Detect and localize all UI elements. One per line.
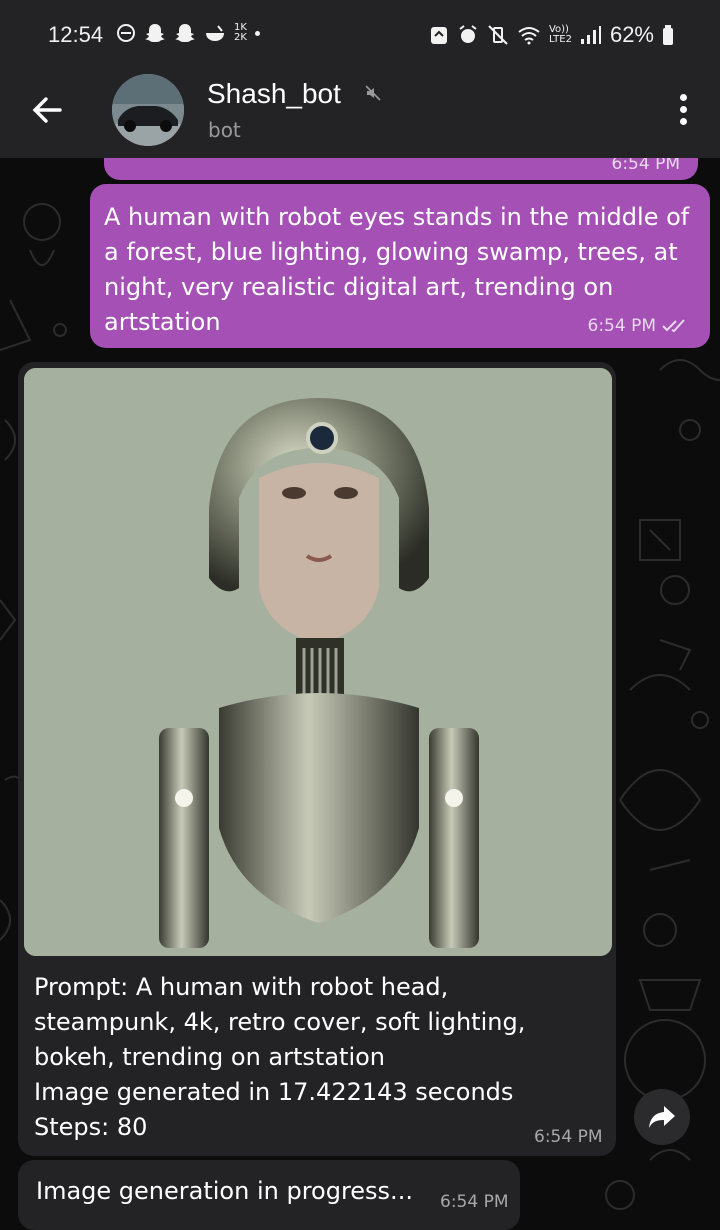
caption-line: Steps: 80	[34, 1113, 148, 1141]
chat-subtitle: bot	[208, 118, 241, 142]
system-icons: Vo)) LTE2 62%	[429, 22, 674, 48]
image-caption: Prompt: A human with robot head, steampu…	[34, 970, 594, 1145]
battery-percent: 62%	[609, 22, 654, 47]
caption-line: steampunk, 4k, retro cover, soft lightin…	[34, 1008, 526, 1036]
more-notifications-dot	[254, 30, 260, 36]
more-vert-icon[interactable]	[676, 94, 690, 134]
notification-icons: 1K 2K	[116, 22, 260, 44]
signal-icon	[580, 26, 601, 44]
vibrate-mute-icon	[488, 25, 508, 45]
incoming-message[interactable]: Image generation in progress... 6:54 PM	[18, 1160, 520, 1230]
generated-image[interactable]	[24, 368, 612, 956]
data-speed: 1K 2K	[234, 22, 247, 43]
forward-button[interactable]	[634, 1089, 690, 1145]
message-time: 6:54 PM	[440, 1192, 509, 1212]
dnd-icon	[117, 24, 135, 42]
message-text: Image generation in progress...	[36, 1177, 413, 1205]
car-avatar-icon	[112, 74, 184, 146]
mute-icon	[365, 85, 381, 101]
status-bar: 12:54 1K 2K Vo)) LTE2 62%	[0, 0, 720, 72]
snapchat-icon	[175, 24, 195, 42]
network-type: Vo)) LTE2	[548, 24, 572, 45]
battery-icon	[663, 25, 673, 45]
food-bowl-icon	[206, 25, 224, 41]
snapchat-icon	[145, 24, 165, 42]
caption-line: bokeh, trending on artstation	[34, 1043, 385, 1071]
chat-title[interactable]: Shash_bot	[207, 78, 341, 110]
outgoing-message[interactable]: A human with robot eyes stands in the mi…	[90, 184, 710, 348]
robot-image	[24, 368, 612, 956]
message-time: 6:54 PM	[587, 316, 657, 336]
caption-line: Prompt: A human with robot head,	[34, 973, 449, 1001]
message-time: 6:54 PM	[534, 1127, 603, 1147]
status-time: 12:54	[48, 22, 104, 47]
alarm-icon	[459, 25, 477, 43]
back-arrow-icon[interactable]	[28, 90, 68, 130]
avatar[interactable]	[112, 74, 184, 146]
forward-icon	[649, 1106, 675, 1128]
double-check-icon	[662, 319, 685, 333]
recycle-icon	[430, 27, 447, 44]
caption-line: Image generated in 17.422143 seconds	[34, 1078, 514, 1106]
wifi-icon	[518, 27, 540, 45]
